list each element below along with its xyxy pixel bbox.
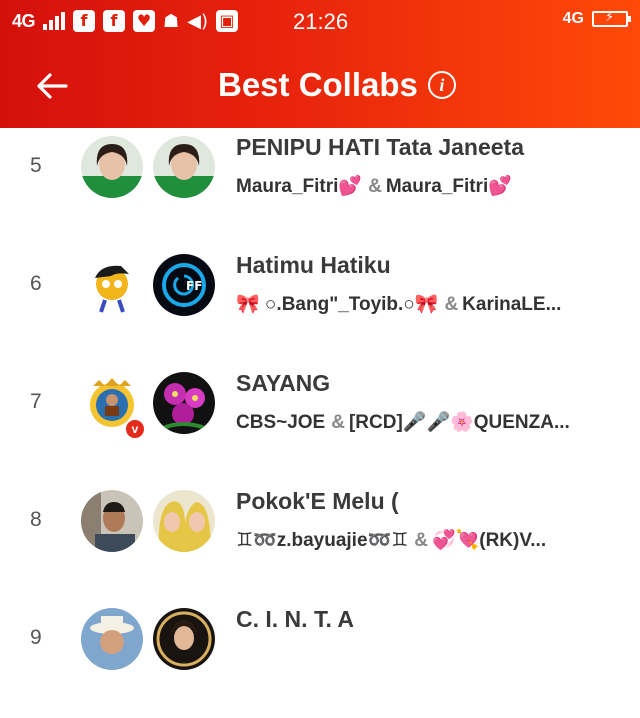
signal-icon	[43, 12, 66, 30]
avatar[interactable]	[153, 372, 215, 434]
ampersand: &	[414, 530, 428, 551]
avatar[interactable]	[81, 608, 143, 670]
list-item[interactable]: 5 PENIPU HATI Tata Janeeta Maura_Fitri💕 &…	[0, 128, 640, 246]
list-item[interactable]: 8 Pokok'E Melu ( ♊➿z.bayuajie➿♊ & 💞💘(RK)V.…	[0, 482, 640, 600]
artist-line: 🎀 ○.Bang"_Toyib.○🎀 & KarinaLE...	[236, 292, 628, 316]
facebook-icon: f	[103, 10, 126, 32]
microphone-app-icon: ♥	[133, 10, 156, 32]
list-item[interactable]: 7 v SAYANG CBS~JOE & [RCD]🎤🎤🌸QUENZA...	[0, 364, 640, 482]
svg-text:FF: FF	[186, 279, 202, 293]
rank-number: 5	[30, 154, 42, 177]
android-icon: ☗	[163, 10, 180, 32]
ampersand: &	[331, 412, 345, 433]
song-title: Pokok'E Melu (	[236, 488, 399, 514]
page-title: Best Collabs	[218, 66, 418, 103]
rank-number: 6	[30, 272, 42, 295]
artist-name[interactable]: KarinaLE...	[462, 294, 561, 315]
info-icon[interactable]: i	[427, 71, 456, 99]
network-type: 4G	[12, 10, 36, 31]
avatar[interactable]	[81, 136, 143, 198]
ampersand: &	[368, 176, 382, 197]
back-arrow-icon[interactable]	[32, 66, 72, 106]
artist-name[interactable]: Maura_Fitri💕	[236, 176, 362, 197]
ampersand: &	[444, 294, 459, 315]
avatar[interactable]	[153, 136, 215, 198]
list-item[interactable]: 6 FF Hatimu Hatiku 🎀 ○.Bang"_Toyib.○🎀 & Ka…	[0, 246, 640, 364]
song-title: C. I. N. T. A	[236, 606, 354, 632]
avatar[interactable]	[81, 490, 143, 552]
verified-badge-icon: v	[124, 418, 146, 440]
facebook-icon: f	[73, 10, 96, 32]
artist-line: Maura_Fitri💕 & Maura_Fitri💕	[236, 174, 628, 198]
song-title: SAYANG	[236, 370, 331, 396]
artist-name[interactable]: 🎀 ○.Bang"_Toyib.○🎀	[236, 294, 438, 315]
app-header: 4G f f ♥ ☗ ◀) ▣ 21:26 4G ⚡ Best Collabs …	[0, 0, 640, 128]
avatar[interactable]	[153, 608, 215, 670]
list-item[interactable]: 9 C. I. N. T. A	[0, 600, 640, 718]
network-type-right: 4G	[562, 10, 584, 27]
artist-name[interactable]: 💞💘(RK)V...	[432, 530, 546, 551]
avatar[interactable]	[81, 254, 143, 316]
artist-name[interactable]: CBS~JOE	[236, 412, 325, 433]
status-left: 4G f f ♥ ☗ ◀) ▣	[12, 10, 239, 32]
battery-icon: ⚡	[592, 10, 631, 27]
rank-number: 7	[30, 390, 42, 413]
clock: 21:26	[293, 9, 349, 34]
song-title: PENIPU HATI Tata Janeeta	[236, 134, 525, 160]
status-right: 4G ⚡	[562, 10, 631, 27]
volume-icon: ◀)	[187, 10, 209, 32]
status-bar: 4G f f ♥ ☗ ◀) ▣ 21:26 4G ⚡	[0, 0, 640, 44]
page-title-wrap: Best Collabs i	[218, 66, 456, 104]
artist-line: ♊➿z.bayuajie➿♊ & 💞💘(RK)V...	[236, 528, 628, 552]
artist-name[interactable]: [RCD]🎤🎤🌸QUENZA...	[349, 412, 570, 433]
song-title: Hatimu Hatiku	[236, 252, 391, 278]
artist-name[interactable]: Maura_Fitri💕	[386, 176, 512, 197]
artist-line: CBS~JOE & [RCD]🎤🎤🌸QUENZA...	[236, 410, 628, 434]
rank-number: 8	[30, 508, 42, 531]
artist-name[interactable]: ♊➿z.bayuajie➿♊	[236, 530, 408, 551]
rank-number: 9	[30, 626, 42, 649]
avatar[interactable]	[153, 490, 215, 552]
avatar[interactable]: FF	[153, 254, 215, 316]
gallery-app-icon: ▣	[216, 10, 239, 32]
